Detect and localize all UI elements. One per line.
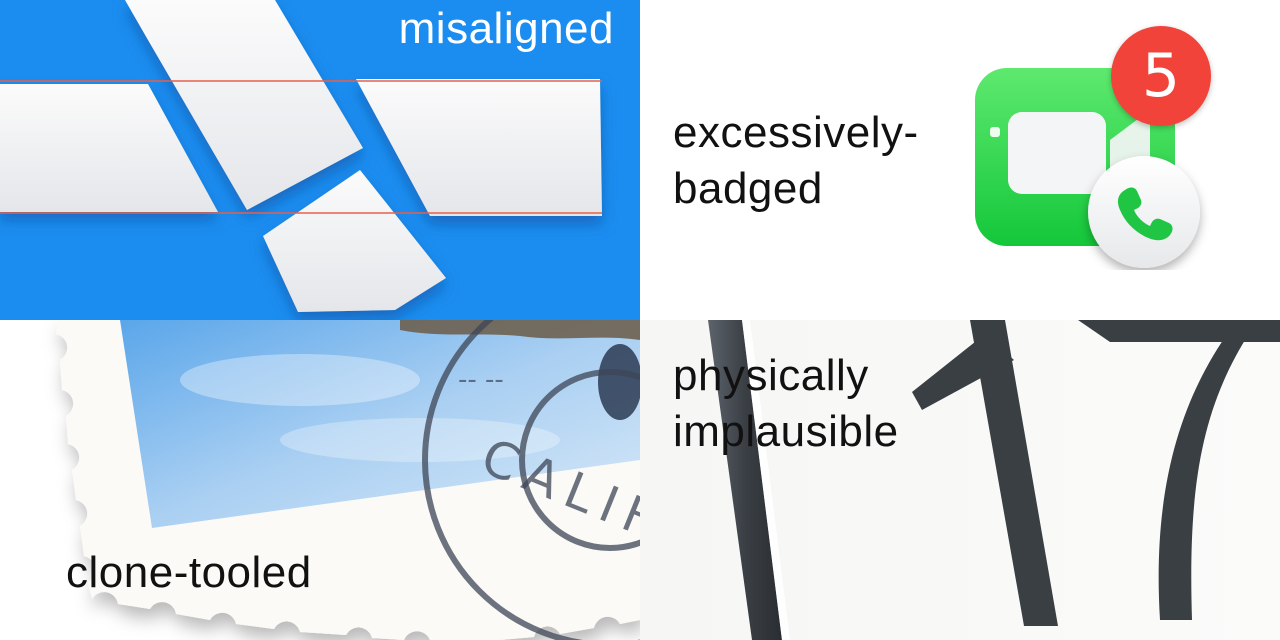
caption-clone-tooled: clone-tooled [66,548,312,597]
phone-circle [1088,156,1200,268]
caption-physically-implausible: physically implausible [673,348,899,460]
postmark-dashes: -- -- [458,365,504,395]
caption-line-1: excessively- [673,108,919,157]
eagle-head [598,344,640,420]
caption-excessively-badged: excessively- badged [673,105,919,217]
caption-misaligned: misaligned [398,4,614,53]
right-bar-tile [356,79,602,216]
camera-body-icon [1008,112,1106,194]
panel-excessively-badged: excessively- badged 5 [640,0,1280,320]
notification-badge: 5 [1111,26,1211,126]
caption-line-2: implausible [673,407,899,456]
panel-misaligned: misaligned [0,0,640,320]
panel-physically-implausible: 17 physically implausible [640,320,1280,640]
caption-line-1: physically [673,351,869,400]
panel-clone-tooled: -- -- CALIF clone-tooled [0,320,640,640]
caption-line-2: badged [673,164,823,213]
